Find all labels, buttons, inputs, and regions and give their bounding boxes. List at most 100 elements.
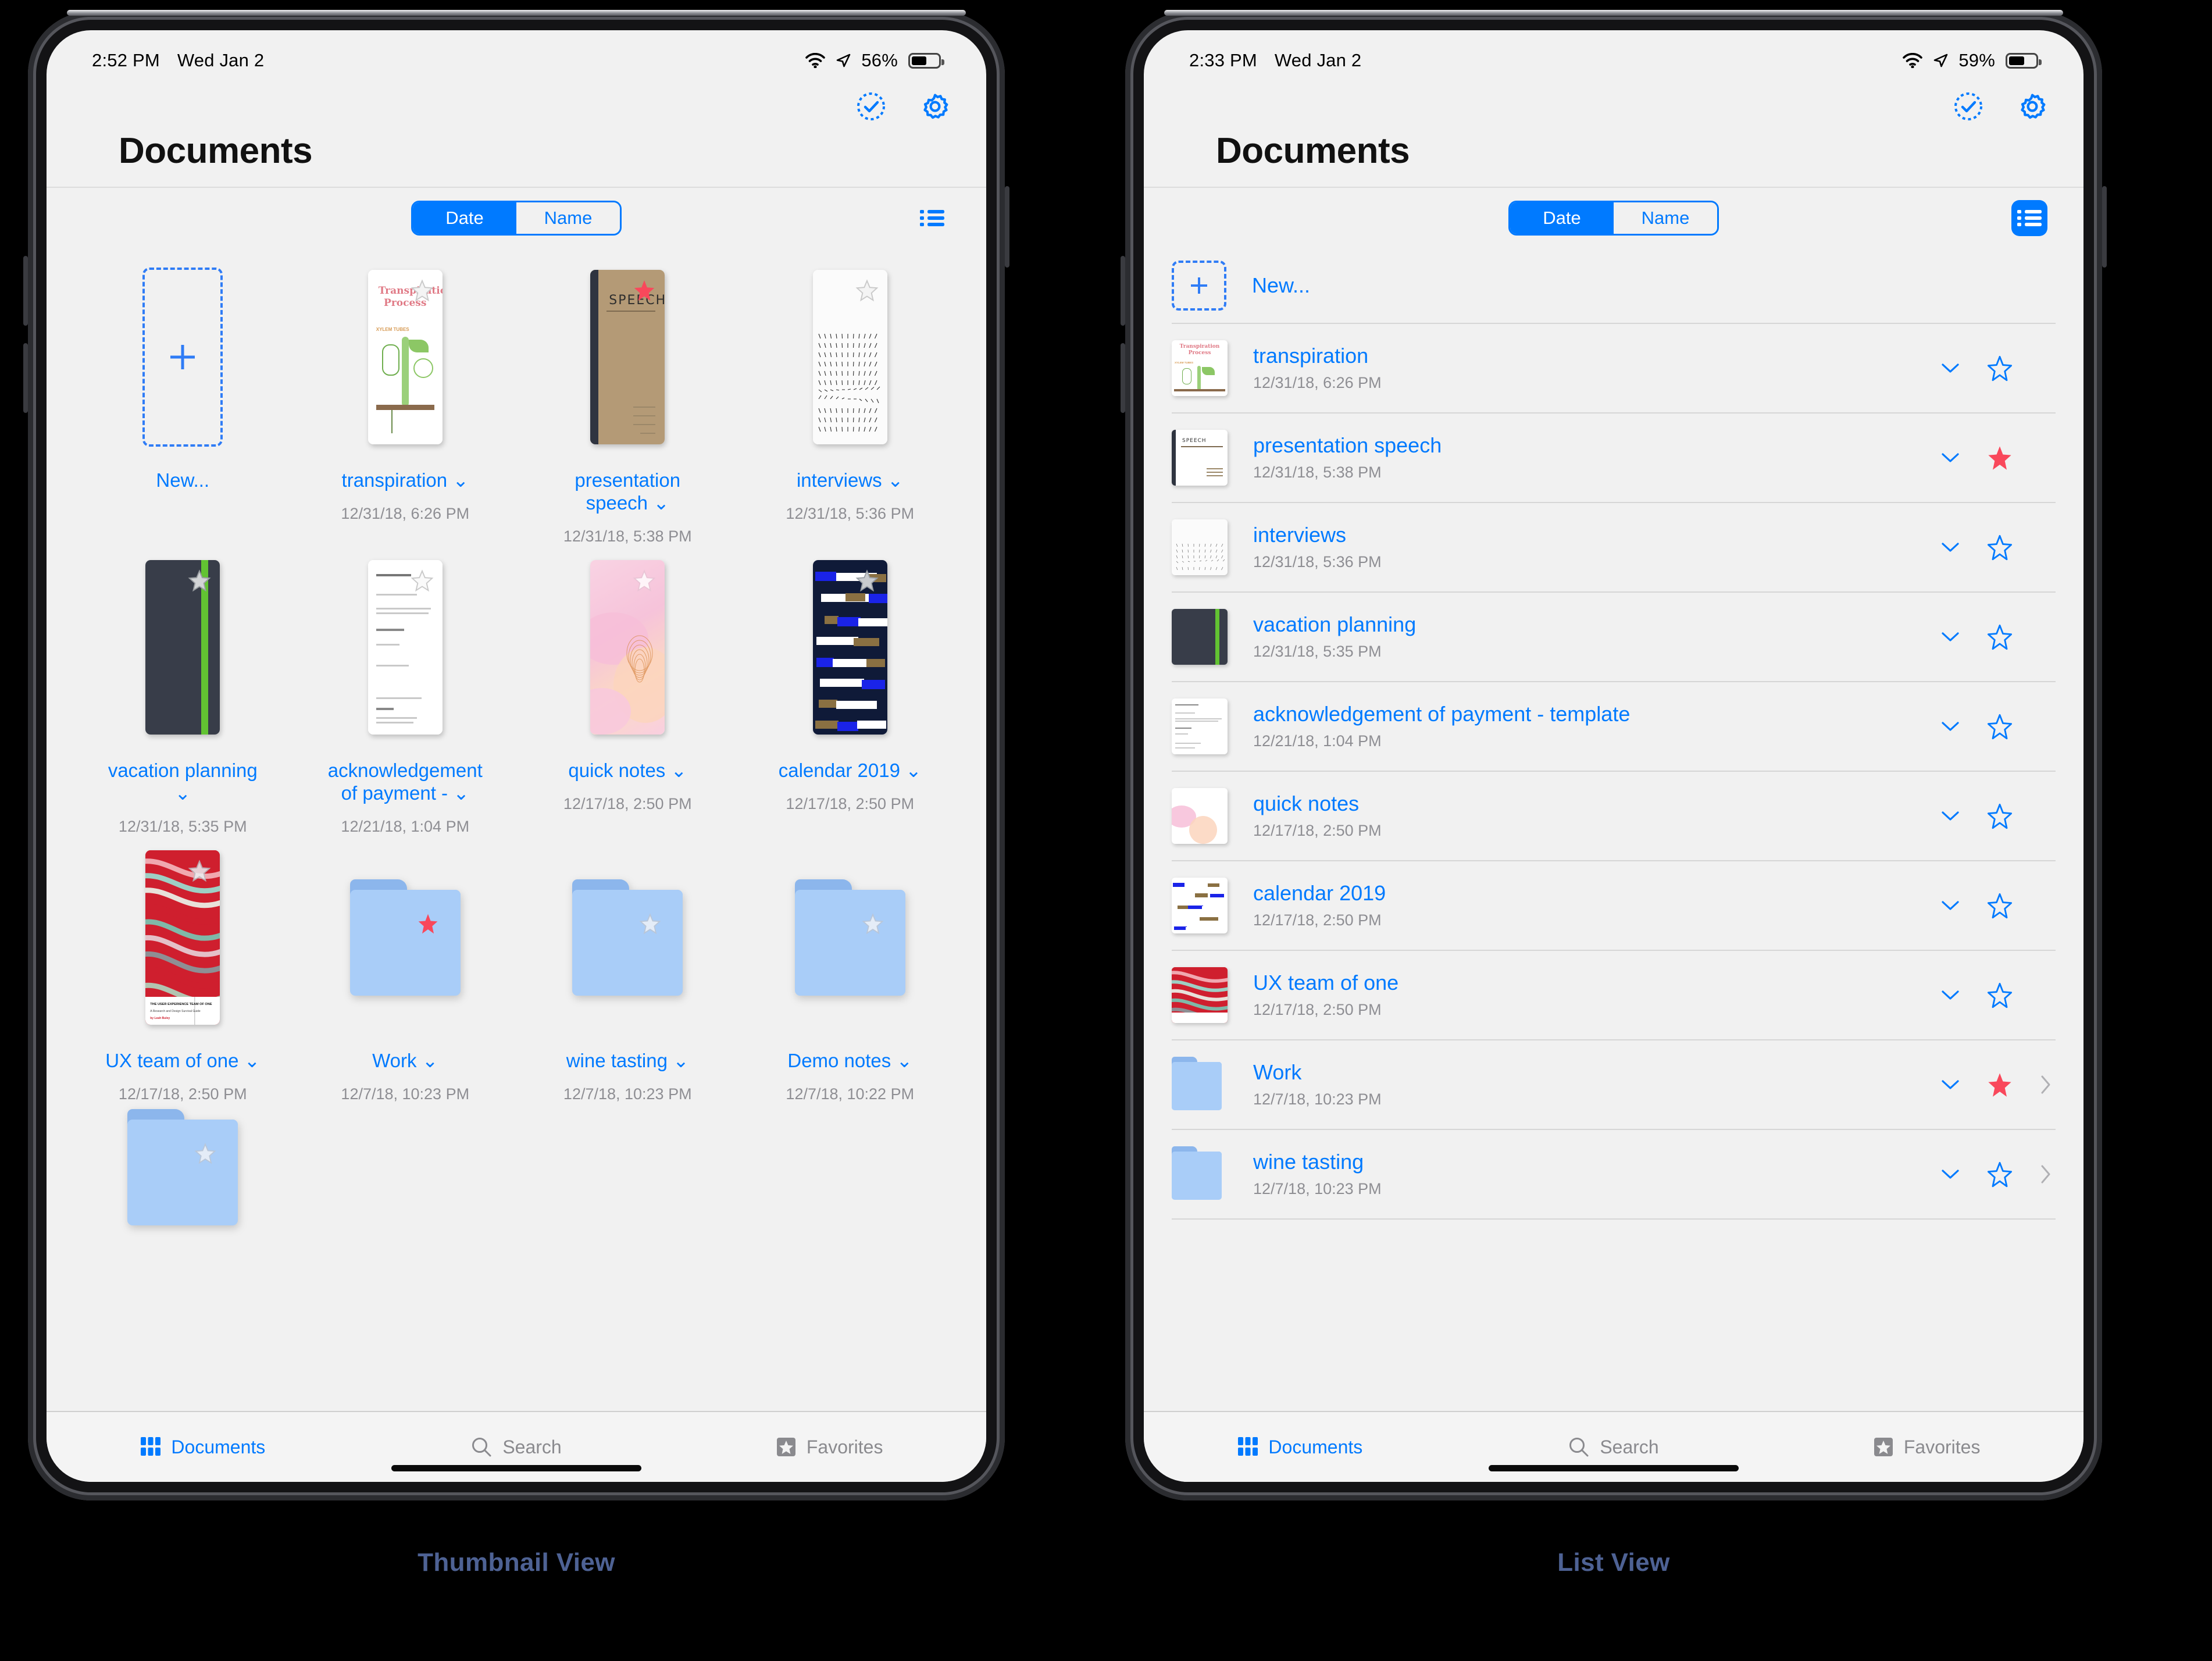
list-item-name[interactable]: presentation speech [1253,434,1940,457]
list-row-vacation-planning[interactable]: vacation planning 12/31/18, 5:35 PM [1172,593,2056,682]
list-item-name[interactable]: Work [1253,1061,1940,1084]
grid-item-transpiration[interactable]: TranspirationProcess XYLEM TUBES [297,261,514,551]
grid-item-calendar-2019[interactable]: calendar 2019 ⌄ 12/17/18, 2:50 PM [742,551,959,842]
tab-favorites[interactable]: Favorites [1770,1437,2083,1458]
tab-documents[interactable]: Documents [47,1437,360,1458]
list-item-name[interactable]: wine tasting [1253,1150,1940,1174]
document-thumbnail[interactable]: THE USER EXPERIENCE TEAM OF ONE A Resear… [145,850,220,1025]
gear-icon[interactable] [920,91,950,122]
chevron-down-icon[interactable] [1940,989,1960,1001]
favorite-star-outline-icon[interactable] [194,1142,217,1165]
home-indicator[interactable] [391,1465,641,1471]
grid-item-label[interactable]: calendar 2019 ⌄ [779,760,922,782]
folder-icon[interactable] [572,879,683,996]
document-thumbnail[interactable] [1172,788,1228,844]
document-thumbnail[interactable] [1172,698,1228,754]
grid-item-presentation-speech[interactable]: SPEECH presentation speech ⌄ 12/31/18, 5… [519,261,736,551]
grid-item-wine-tasting[interactable]: wine tasting ⌄ 12/7/18, 10:23 PM [519,842,736,1109]
document-thumbnail[interactable] [1172,967,1228,1023]
favorite-star-filled-icon[interactable] [1986,1071,2014,1099]
favorite-star-outline-icon[interactable] [1986,802,2014,830]
chevron-down-icon[interactable]: ⌄ [670,760,687,781]
favorite-star-outline-icon[interactable] [1986,981,2014,1009]
chevron-down-icon[interactable] [1940,810,1960,822]
volume-down-button[interactable] [1121,343,1125,413]
favorite-star-outline-icon[interactable] [1986,1160,2014,1188]
chevron-right-icon[interactable] [2039,1164,2052,1185]
grid-item-label[interactable]: New... [156,469,209,492]
volume-down-button[interactable] [23,343,28,413]
list-row-wine-tasting[interactable]: wine tasting 12/7/18, 10:23 PM [1172,1130,2056,1220]
grid-item-label[interactable]: Demo notes ⌄ [787,1050,912,1072]
chevron-down-icon[interactable]: ⌄ [453,782,469,804]
sort-option-date[interactable]: Date [413,202,516,234]
grid-item-quick-notes[interactable]: quick notes ⌄ 12/17/18, 2:50 PM [519,551,736,842]
document-thumbnail[interactable] [812,270,887,444]
favorite-star-outline-icon[interactable] [855,278,879,302]
sort-option-name[interactable]: Name [516,202,620,234]
chevron-down-icon[interactable] [1940,1078,1960,1091]
folder-icon[interactable] [1172,1057,1228,1113]
select-check-circle-icon[interactable] [856,91,886,122]
list-row-transpiration[interactable]: Transpiration Process XYLEM TUBES transpi… [1172,324,2056,414]
folder-icon[interactable] [1172,1146,1228,1202]
favorite-star-filled-icon[interactable] [1986,444,2014,472]
folder-icon[interactable] [349,879,461,996]
list-view-toggle-button[interactable] [2011,200,2047,236]
grid-item-label[interactable]: wine tasting ⌄ [566,1050,689,1072]
list-row-quick-notes[interactable]: quick notes 12/17/18, 2:50 PM [1172,772,2056,861]
chevron-down-icon[interactable]: ⌄ [174,782,191,804]
new-document-placeholder[interactable] [142,268,223,447]
grid-item-work[interactable]: Work ⌄ 12/7/18, 10:23 PM [297,842,514,1109]
grid-item-vacation-planning[interactable]: vacation planning ⌄ 12/31/18, 5:35 PM [74,551,291,842]
favorite-star-outline-icon[interactable] [632,568,657,593]
list-row-interviews[interactable]: interviews 12/31/18, 5:36 PM [1172,503,2056,593]
list-row-calendar-2019[interactable]: calendar 2019 12/17/18, 2:50 PM [1172,861,2056,951]
tab-search[interactable]: Search [1457,1437,1771,1458]
chevron-down-icon[interactable] [1940,630,1960,643]
chevron-down-icon[interactable]: ⌄ [244,1050,261,1071]
favorite-star-outline-icon[interactable] [861,912,884,935]
favorite-star-outline-icon[interactable] [638,912,662,935]
grid-item-label[interactable]: interviews ⌄ [797,469,904,492]
folder-icon[interactable] [127,1108,238,1225]
document-thumbnail[interactable] [1172,878,1228,933]
list-item-name[interactable]: transpiration [1253,344,1940,368]
document-thumbnail[interactable]: SPEECH [590,270,665,444]
favorite-star-outline-icon[interactable] [1986,712,2014,740]
chevron-down-icon[interactable]: ⌄ [422,1050,438,1071]
chevron-down-icon[interactable] [1940,899,1960,912]
favorite-star-outline-icon[interactable] [1986,533,2014,561]
grid-item-ux-team-of-one[interactable]: THE USER EXPERIENCE TEAM OF ONE A Resear… [74,842,291,1109]
chevron-down-icon[interactable] [1940,1168,1960,1181]
list-item-name[interactable]: vacation planning [1253,613,1940,636]
list-item-name[interactable]: UX team of one [1253,971,1940,995]
list-row-presentation-speech[interactable]: SPEECH presentation speech 12/31/18, 5:3… [1172,414,2056,503]
list-row-work[interactable]: Work 12/7/18, 10:23 PM [1172,1040,2056,1130]
list-item-name[interactable]: quick notes [1253,792,1940,815]
new-document-label[interactable]: New... [1252,273,1310,298]
favorite-star-outline-icon[interactable] [1986,623,2014,651]
sort-option-date[interactable]: Date [1510,202,1614,234]
grid-item-interviews[interactable]: interviews ⌄ 12/31/18, 5:36 PM [742,261,959,551]
document-thumbnail[interactable] [145,559,220,735]
chevron-down-icon[interactable] [1940,362,1960,375]
gear-icon[interactable] [2017,91,2047,122]
document-thumbnail[interactable]: TranspirationProcess XYLEM TUBES [368,270,443,444]
tab-search[interactable]: Search [360,1437,673,1458]
sort-segmented-control[interactable]: Date Name [411,201,622,236]
grid-item-label[interactable]: vacation planning ⌄ [101,760,264,805]
sort-option-name[interactable]: Name [1614,202,1717,234]
favorite-star-filled-icon[interactable] [416,912,440,935]
volume-up-button[interactable] [1121,256,1125,326]
chevron-down-icon[interactable] [1940,451,1960,464]
favorite-star-outline-icon[interactable] [1986,892,2014,919]
document-thumbnail[interactable] [368,559,443,735]
list-item-name[interactable]: calendar 2019 [1253,882,1940,905]
list-row-acknowledgement-of-payment[interactable]: acknowledgement of payment - template 12… [1172,682,2056,772]
list-row-ux-team-of-one[interactable]: UX team of one 12/17/18, 2:50 PM [1172,951,2056,1040]
new-document-placeholder[interactable] [1172,261,1226,311]
favorite-star-outline-icon[interactable] [1986,354,2014,382]
tab-favorites[interactable]: Favorites [673,1437,986,1458]
document-thumbnail[interactable] [1172,519,1228,575]
